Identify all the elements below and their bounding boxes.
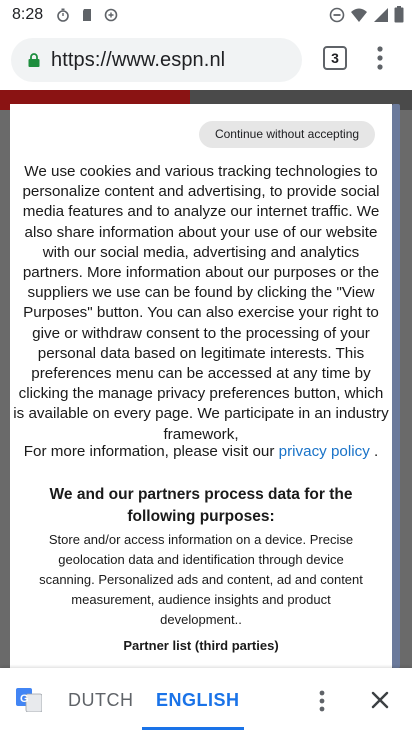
url-text[interactable]: https://www.espn.nl bbox=[51, 49, 225, 72]
vpn-icon bbox=[104, 8, 118, 22]
consent-body-text: We use cookies and various tracking tech… bbox=[10, 162, 392, 445]
more-info-suffix: . bbox=[369, 443, 379, 460]
consent-line: with our social media, advertising and a… bbox=[42, 243, 360, 261]
close-icon[interactable] bbox=[370, 690, 390, 710]
more-info-text: For more information, please visit our p… bbox=[10, 442, 392, 462]
translate-options-icon[interactable] bbox=[314, 689, 330, 713]
browser-toolbar: https://www.espn.nl 3 bbox=[0, 32, 412, 90]
sd-card-icon bbox=[83, 9, 91, 21]
status-bar: 8:28 bbox=[0, 0, 412, 32]
consent-line: partners. More information about our pur… bbox=[22, 264, 380, 282]
status-time: 8:28 bbox=[12, 6, 44, 23]
cookie-consent-dialog: Continue without accepting We use cookie… bbox=[10, 104, 392, 668]
consent-line: give or withdraw consent to the processi… bbox=[32, 324, 370, 342]
address-bar[interactable]: https://www.espn.nl bbox=[11, 38, 302, 82]
continue-without-accepting-button[interactable]: Continue without accepting bbox=[199, 121, 375, 148]
selected-tab-indicator bbox=[142, 727, 244, 730]
status-icons bbox=[329, 6, 404, 23]
consent-line: is available on every page. We participa… bbox=[13, 405, 389, 423]
do-not-disturb-icon bbox=[329, 7, 345, 22]
tab-switcher-button[interactable]: 3 bbox=[323, 46, 347, 70]
battery-icon bbox=[394, 6, 404, 23]
dialog-scrollbar[interactable] bbox=[392, 104, 400, 668]
svg-text:G: G bbox=[20, 693, 29, 705]
tab-english[interactable]: ENGLISH bbox=[156, 690, 240, 711]
signal-icon bbox=[374, 7, 388, 22]
consent-line: also share information about your use of… bbox=[24, 223, 378, 241]
consent-line: clicking the manage privacy preferences … bbox=[18, 385, 384, 403]
google-translate-icon: G bbox=[16, 688, 42, 712]
consent-line: preferences menu can be accessed at any … bbox=[31, 365, 371, 383]
purposes-description: Store and/or access information on a dev… bbox=[39, 532, 363, 627]
consent-line: personal data based on legitimate intere… bbox=[37, 344, 365, 362]
lock-icon bbox=[28, 53, 40, 67]
consent-line: personalize content and advertising, to … bbox=[22, 183, 380, 201]
more-info-prefix: For more information, please visit our bbox=[23, 443, 275, 460]
purposes-heading: We and our partners process data for the… bbox=[49, 486, 353, 525]
translate-bar: G DUTCH ENGLISH bbox=[0, 668, 412, 732]
wifi-icon bbox=[351, 8, 367, 22]
stopwatch-icon bbox=[57, 8, 69, 22]
tab-dutch[interactable]: DUTCH bbox=[68, 690, 134, 711]
consent-line: media features and to analyze our intern… bbox=[22, 203, 380, 221]
consent-line: Purposes" button. You can also exercise … bbox=[23, 304, 379, 322]
web-page: Continue without accepting We use cookie… bbox=[0, 90, 412, 668]
browser-menu-icon[interactable] bbox=[372, 44, 388, 72]
privacy-policy-link[interactable]: privacy policy bbox=[279, 443, 370, 460]
screen: 8:28 https://www.espn.nl 3 Continue with… bbox=[0, 0, 412, 732]
consent-line: suppliers we use can be found by clickin… bbox=[27, 284, 375, 302]
consent-line: We use cookies and various tracking tech… bbox=[24, 163, 378, 180]
partner-list-heading[interactable]: Partner list (third parties) bbox=[10, 638, 392, 653]
